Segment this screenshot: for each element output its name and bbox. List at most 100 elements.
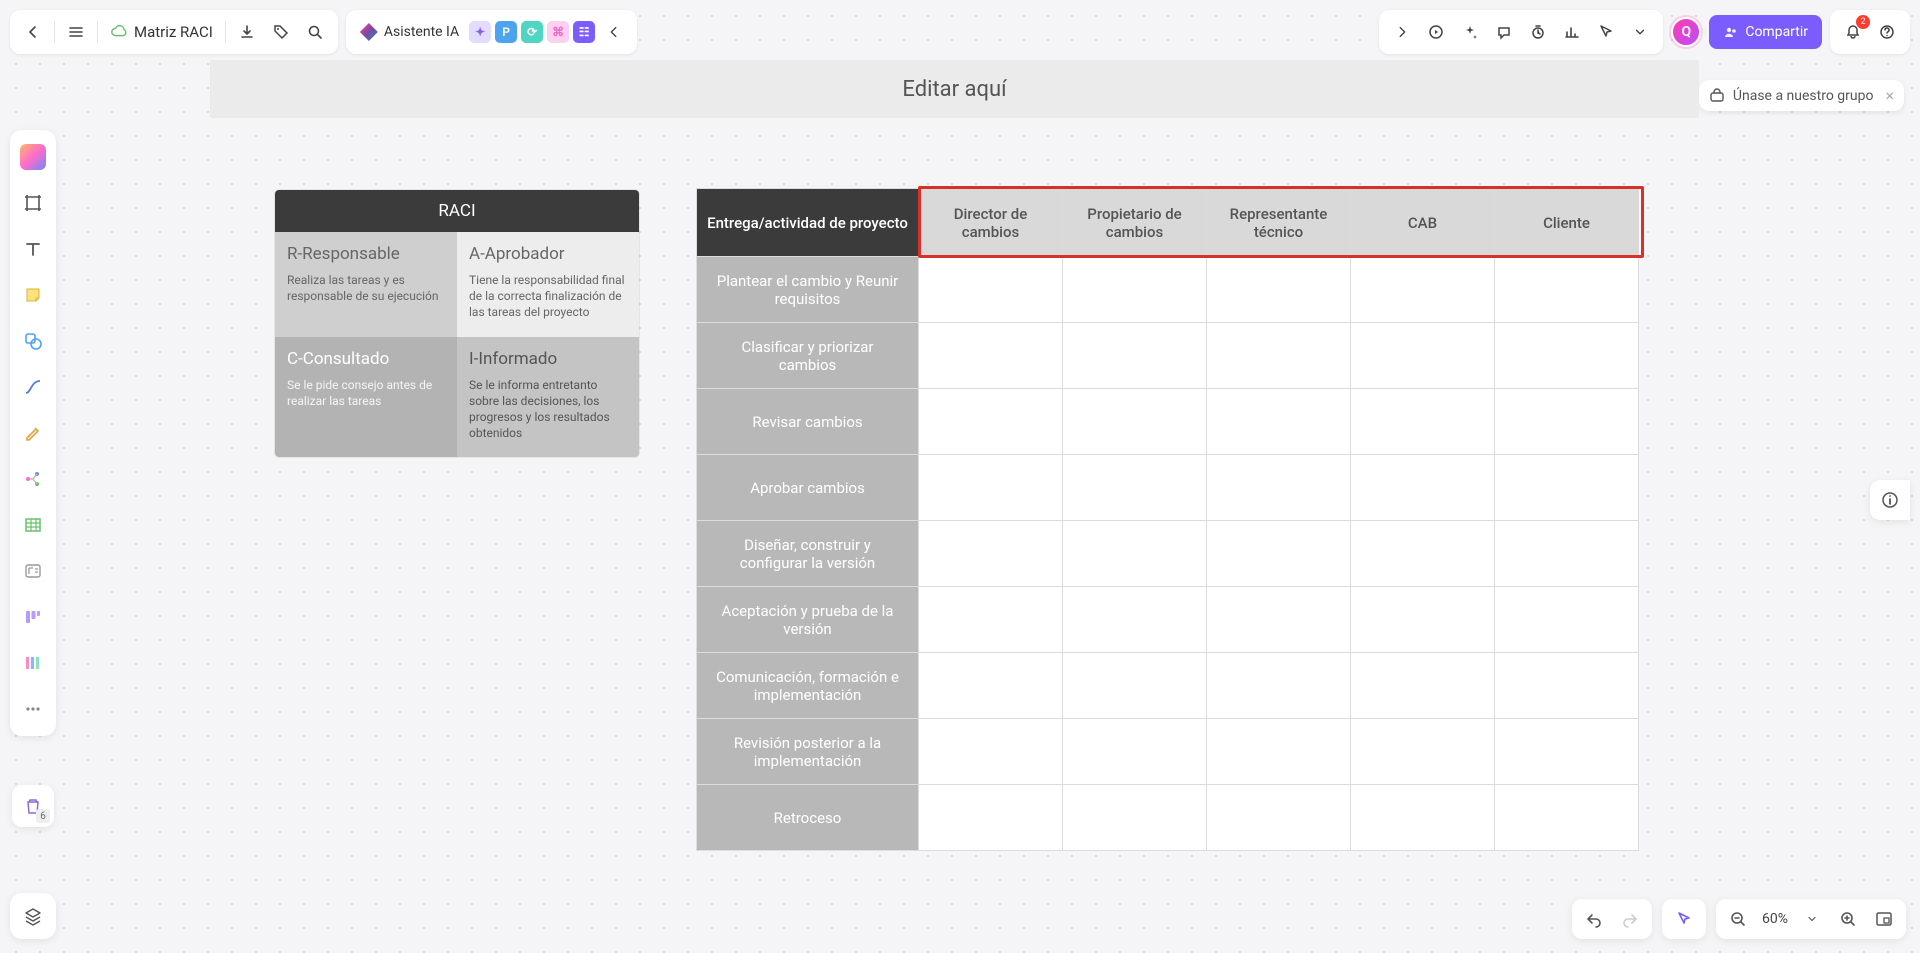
matrix-cell[interactable] (1351, 653, 1495, 719)
ai-chip-1[interactable]: ✦ (469, 21, 491, 43)
table-tool[interactable] (16, 508, 50, 542)
matrix-cell[interactable] (1351, 257, 1495, 323)
sparkle-button[interactable] (1455, 17, 1485, 47)
matrix-row-header[interactable]: Revisión posterior a la implementación (697, 719, 919, 785)
ai-assistant-button[interactable]: Asistente IA (354, 23, 465, 41)
matrix-cell[interactable] (1207, 257, 1351, 323)
matrix-row-header[interactable]: Aprobar cambios (697, 455, 919, 521)
matrix-cell[interactable] (1063, 785, 1207, 851)
matrix-cell[interactable] (1063, 719, 1207, 785)
pointer-tool-button[interactable] (1591, 17, 1621, 47)
ai-chip-5[interactable]: ☷ (573, 21, 595, 43)
matrix-cell[interactable] (919, 323, 1063, 389)
matrix-col-header[interactable]: Director de cambios (919, 189, 1063, 257)
matrix-cell[interactable] (1495, 653, 1639, 719)
matrix-cell[interactable] (1351, 785, 1495, 851)
matrix-cell[interactable] (1351, 389, 1495, 455)
matrix-cell[interactable] (1063, 587, 1207, 653)
info-panel-button[interactable] (1870, 480, 1910, 520)
matrix-cell[interactable] (1495, 323, 1639, 389)
shape-tool[interactable] (16, 324, 50, 358)
kanban-tool[interactable] (16, 600, 50, 634)
tag-button[interactable] (266, 17, 296, 47)
brand-button[interactable] (16, 140, 50, 174)
play-button[interactable] (1421, 17, 1451, 47)
chart-button[interactable] (1557, 17, 1587, 47)
zoom-level-label[interactable]: 60% (1760, 911, 1790, 927)
matrix-cell[interactable] (919, 587, 1063, 653)
matrix-cell[interactable] (1495, 587, 1639, 653)
document-title[interactable]: Matriz RACI (104, 23, 219, 41)
join-group-chip[interactable]: Únase a nuestro grupo × (1699, 80, 1904, 111)
zoom-in-button[interactable] (1834, 905, 1862, 933)
text-block-tool[interactable] (16, 554, 50, 588)
matrix-row-header[interactable]: Revisar cambios (697, 389, 919, 455)
matrix-cell[interactable] (919, 257, 1063, 323)
matrix-cell[interactable] (1351, 323, 1495, 389)
minimap-button[interactable] (1870, 905, 1898, 933)
layers-button[interactable] (10, 893, 56, 939)
matrix-col-header[interactable]: Propietario de cambios (1063, 189, 1207, 257)
matrix-cell[interactable] (919, 389, 1063, 455)
matrix-cell[interactable] (1063, 521, 1207, 587)
matrix-cell[interactable] (1207, 719, 1351, 785)
matrix-cell[interactable] (1207, 389, 1351, 455)
matrix-cell[interactable] (1207, 785, 1351, 851)
matrix-cell[interactable] (1495, 257, 1639, 323)
columns-tool[interactable] (16, 646, 50, 680)
matrix-row-header[interactable]: Comunicación, formación e implementación (697, 653, 919, 719)
ai-chip-4[interactable]: ⌘ (547, 21, 569, 43)
ai-chip-2[interactable]: P (495, 21, 517, 43)
menu-button[interactable] (61, 17, 91, 47)
matrix-cell[interactable] (1063, 389, 1207, 455)
back-button[interactable] (18, 17, 48, 47)
connector-tool[interactable] (16, 370, 50, 404)
edit-banner[interactable]: Editar aquí (210, 60, 1699, 118)
matrix-cell[interactable] (1207, 653, 1351, 719)
download-button[interactable] (232, 17, 262, 47)
close-icon[interactable]: × (1885, 86, 1894, 105)
matrix-row-header[interactable]: Diseñar, construir y configurar la versi… (697, 521, 919, 587)
raci-legend-card[interactable]: RACI R-Responsable Realiza las tareas y … (275, 190, 639, 457)
matrix-cell[interactable] (1495, 719, 1639, 785)
raci-matrix-table[interactable]: Entrega/actividad de proyecto Director d… (696, 188, 1639, 851)
frame-tool[interactable] (16, 186, 50, 220)
raci-cell-informed[interactable]: I-Informado Se le informa entretanto sob… (457, 337, 639, 458)
more-tools-button[interactable] (1625, 17, 1655, 47)
timer-button[interactable] (1523, 17, 1553, 47)
matrix-cell[interactable] (1495, 785, 1639, 851)
matrix-cell[interactable] (919, 653, 1063, 719)
matrix-cell[interactable] (1063, 455, 1207, 521)
notifications-button[interactable]: 2 (1838, 17, 1868, 47)
matrix-cell[interactable] (1495, 389, 1639, 455)
matrix-corner-header[interactable]: Entrega/actividad de proyecto (697, 189, 919, 257)
matrix-col-header[interactable]: Cliente (1495, 189, 1639, 257)
raci-cell-responsible[interactable]: R-Responsable Realiza las tareas y es re… (275, 232, 457, 337)
matrix-cell[interactable] (1351, 719, 1495, 785)
ai-collapse-button[interactable] (599, 17, 629, 47)
raci-cell-consulted[interactable]: C-Consultado Se le pide consejo antes de… (275, 337, 457, 458)
matrix-row-header[interactable]: Retroceso (697, 785, 919, 851)
matrix-cell[interactable] (1207, 455, 1351, 521)
raci-cell-accountable[interactable]: A-Aprobador Tiene la responsabilidad fin… (457, 232, 639, 337)
matrix-col-header[interactable]: Representante técnico (1207, 189, 1351, 257)
matrix-cell[interactable] (1207, 521, 1351, 587)
trash-dock[interactable]: 6 (12, 785, 54, 827)
matrix-col-header[interactable]: CAB (1351, 189, 1495, 257)
matrix-cell[interactable] (1063, 323, 1207, 389)
user-avatar[interactable]: Q (1671, 17, 1701, 47)
matrix-row-header[interactable]: Clasificar y priorizar cambios (697, 323, 919, 389)
ai-chip-3[interactable]: ⟳ (521, 21, 543, 43)
matrix-cell[interactable] (1495, 455, 1639, 521)
matrix-cell[interactable] (919, 455, 1063, 521)
zoom-dropdown-button[interactable] (1798, 905, 1826, 933)
help-button[interactable] (1872, 17, 1902, 47)
matrix-cell[interactable] (919, 719, 1063, 785)
matrix-cell[interactable] (1351, 521, 1495, 587)
matrix-cell[interactable] (1495, 521, 1639, 587)
comment-button[interactable] (1489, 17, 1519, 47)
matrix-cell[interactable] (1351, 455, 1495, 521)
matrix-cell[interactable] (1207, 323, 1351, 389)
more-tools-button-left[interactable] (16, 692, 50, 726)
matrix-cell[interactable] (1207, 587, 1351, 653)
